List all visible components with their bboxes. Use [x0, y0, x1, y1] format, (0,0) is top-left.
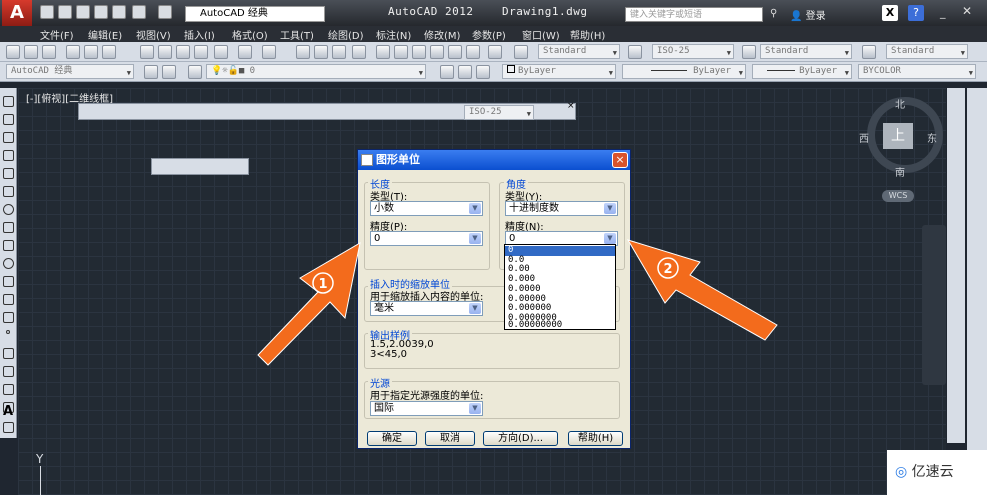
annotation-arrows: 1 2	[257, 239, 778, 366]
arrow-1-number: 1	[318, 277, 327, 292]
arrow-2-number: 2	[663, 262, 672, 277]
watermark: ◎ 亿速云	[887, 450, 987, 495]
arrow-1-shape	[257, 242, 361, 366]
arrow-2-shape	[626, 239, 778, 341]
watermark-text: 亿速云	[911, 464, 954, 480]
watermark-logo-icon: ◎	[895, 464, 908, 480]
